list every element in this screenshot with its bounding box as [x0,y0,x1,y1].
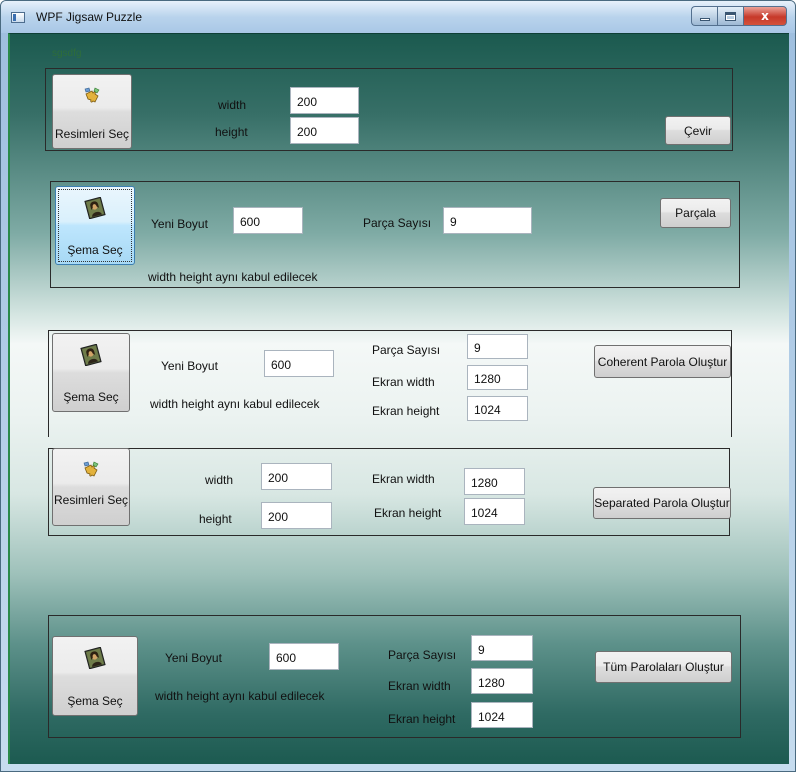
height-label: height [215,125,248,139]
screen-width-input[interactable] [464,468,525,495]
width-label: width [218,98,247,112]
screen-width-label: Ekran width [372,375,435,389]
select-images-label: Resimleri Seç [53,493,128,507]
piece-count-input[interactable] [467,334,528,359]
resize-panel [45,68,733,151]
height-input[interactable] [290,117,359,144]
height-input[interactable] [261,502,332,529]
select-schema-button[interactable]: Şema Seç [52,636,138,716]
screen-width-label: Ekran width [372,472,435,486]
mona-lisa-icon [80,344,102,366]
close-button[interactable]: x [743,6,787,26]
select-images-button[interactable]: Resimleri Seç [52,448,130,526]
new-size-input[interactable] [264,350,334,377]
new-size-label: Yeni Boyut [151,217,208,231]
piece-count-label: Parça Sayısı [363,216,432,230]
new-size-input[interactable] [233,207,303,234]
screen-width-input[interactable] [467,365,528,390]
piece-count-input[interactable] [443,207,532,234]
minimize-button[interactable] [691,6,717,26]
new-size-label: Yeni Boyut [161,359,218,373]
mona-lisa-icon [84,197,106,219]
convert-button[interactable]: Çevir [665,116,731,145]
select-schema-button[interactable]: Şema Seç [55,186,135,265]
separated-password-button[interactable]: Separated Parola Oluştur [593,487,731,519]
app-window: WPF Jigsaw Puzzle x sgsdfg Resimleri Seç… [0,0,796,772]
select-schema-label: Şema Seç [63,390,119,404]
maximize-button[interactable] [717,6,743,26]
title-bar[interactable]: WPF Jigsaw Puzzle x [1,1,795,33]
screen-height-label: Ekran height [374,506,442,520]
width-input[interactable] [261,463,332,490]
split-button[interactable]: Parçala [660,198,731,228]
new-size-label: Yeni Boyut [165,651,222,665]
select-images-label: Resimleri Seç [54,127,129,141]
coherent-password-button[interactable]: Coherent Parola Oluştur [594,345,731,378]
window-title: WPF Jigsaw Puzzle [36,10,143,24]
client-area: sgsdfg Resimleri Seç width height Çevir … [8,33,789,764]
screen-width-label: Ekran width [388,679,451,693]
select-images-button[interactable]: Resimleri Seç [52,74,132,149]
same-size-note: width height aynı kabul edilecek [150,397,320,411]
piece-count-label: Parça Sayısı [388,648,457,662]
select-schema-label: Şema Seç [67,243,123,257]
minimize-icon [699,17,710,21]
screen-height-label: Ekran height [372,404,440,418]
puzzle-icon [80,459,102,481]
new-size-input[interactable] [269,643,339,670]
client-label: sgsdfg [52,48,82,59]
width-input[interactable] [290,87,359,114]
puzzle-icon [81,85,103,107]
same-size-note: width height aynı kabul edilecek [148,270,318,284]
screen-height-input[interactable] [467,396,528,421]
select-schema-label: Şema Seç [67,694,123,708]
piece-count-label: Parça Sayısı [372,343,441,357]
screen-height-label: Ekran height [388,712,456,726]
window-controls: x [691,6,787,26]
close-icon: x [761,9,769,23]
piece-count-input[interactable] [471,635,533,661]
screen-width-input[interactable] [471,668,533,694]
width-label: width [205,473,234,487]
same-size-note: width height aynı kabul edilecek [155,689,325,703]
app-icon [11,12,25,23]
screen-height-input[interactable] [471,702,533,728]
maximize-icon [725,11,736,21]
all-passwords-button[interactable]: Tüm Parolaları Oluştur [595,651,732,683]
select-schema-button[interactable]: Şema Seç [52,333,130,412]
mona-lisa-icon [84,647,106,669]
screen-height-input[interactable] [464,498,525,525]
height-label: height [199,512,232,526]
